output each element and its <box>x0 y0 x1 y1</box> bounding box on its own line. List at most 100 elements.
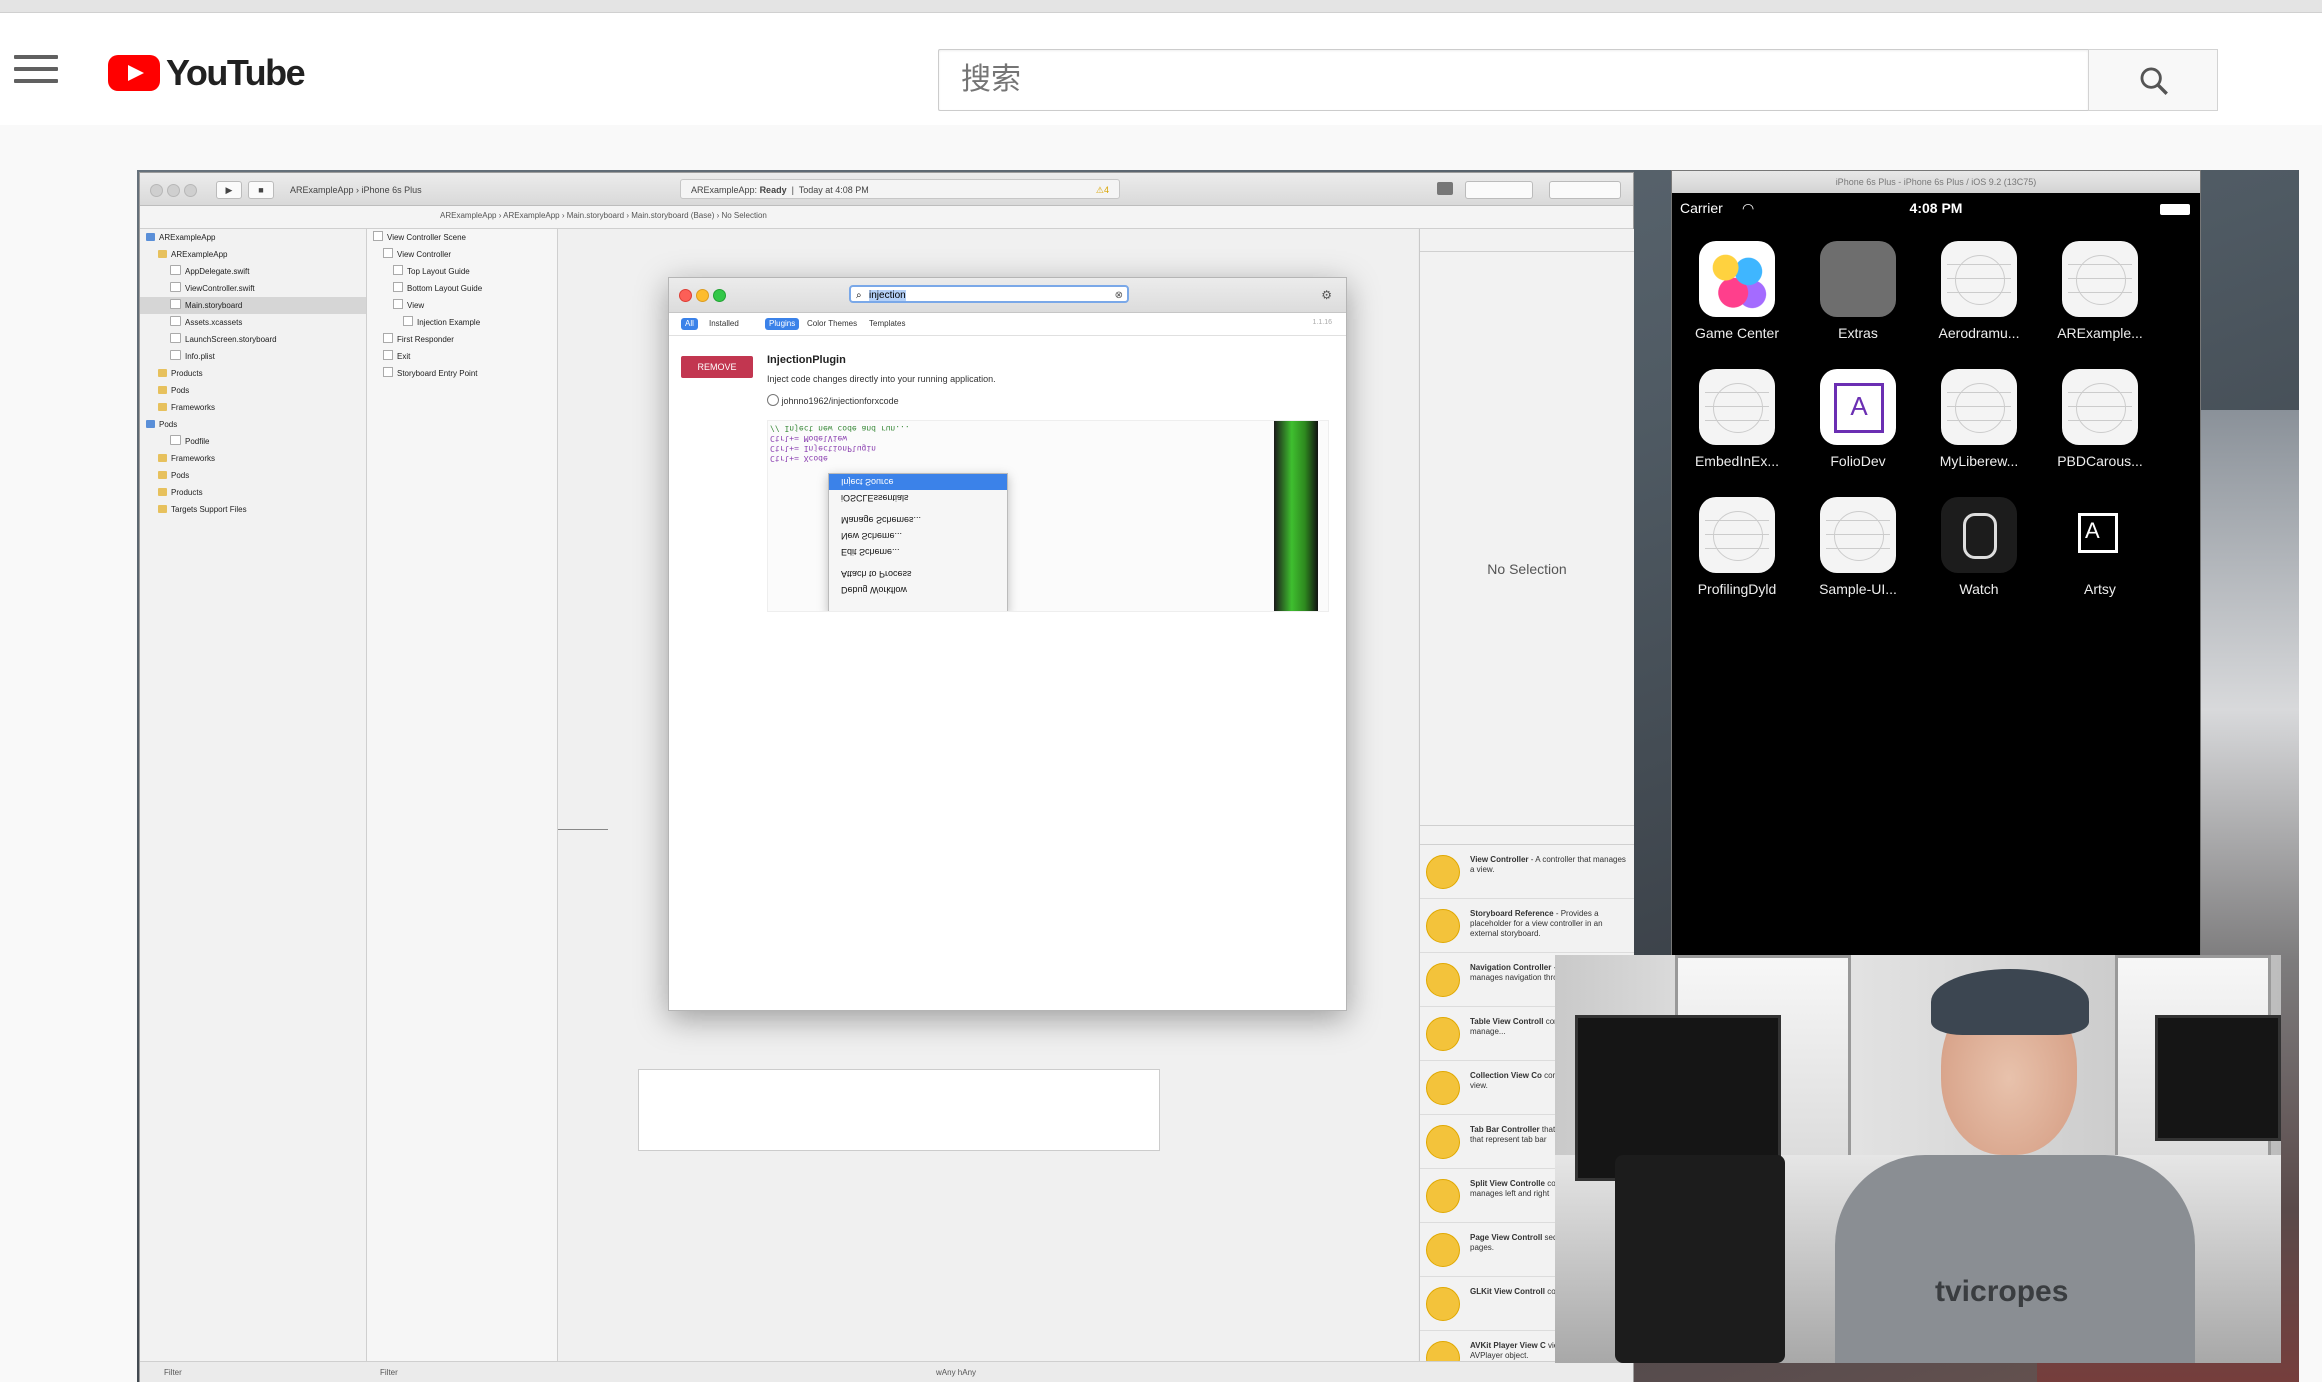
blank-app-icon <box>1941 241 2017 317</box>
outline-row[interactable]: Top Layout Guide <box>367 263 557 280</box>
tab-color-themes[interactable]: Color Themes <box>803 318 861 330</box>
scheme-selector[interactable]: ARExampleApp › iPhone 6s Plus <box>290 185 422 195</box>
dialog-filter-tabs: All Installed Plugins Color Themes Templ… <box>669 313 1346 336</box>
navigator-row[interactable]: Products <box>140 365 366 382</box>
filter-field[interactable]: Filter <box>164 1368 182 1377</box>
tab-plugins[interactable]: Plugins <box>765 318 800 330</box>
navigator-row[interactable]: LaunchScreen.storyboard <box>140 331 366 348</box>
tab-all[interactable]: All <box>681 318 698 330</box>
close-dot-icon[interactable] <box>150 184 163 197</box>
run-button[interactable]: ▶ <box>216 181 242 199</box>
plugin-description: Inject code changes directly into your r… <box>767 374 996 384</box>
navigator-row[interactable]: ARExampleApp <box>140 229 366 246</box>
settings-gear-icon[interactable]: ⚙ <box>1321 288 1332 302</box>
app-icon-pbdcarous[interactable]: PBDCarous... <box>2045 369 2155 469</box>
app-icon-watch[interactable]: Watch <box>1924 497 2034 597</box>
navigator-row[interactable]: Frameworks <box>140 399 366 416</box>
shirt-logo-text: tvicropes <box>1935 1275 2069 1308</box>
app-icon-game-center[interactable]: Game Center <box>1682 241 1792 341</box>
view-controller-scene[interactable] <box>638 1069 1160 1151</box>
app-icon-profilingdyld[interactable]: ProfilingDyld <box>1682 497 1792 597</box>
app-label: Watch <box>1959 581 1999 597</box>
navigator-row[interactable]: Podfile <box>140 433 366 450</box>
status-time: 4:08 PM <box>1909 200 1963 216</box>
search-box[interactable] <box>938 49 2088 111</box>
tab-installed[interactable]: Installed <box>705 318 743 330</box>
hamburger-menu-icon[interactable] <box>14 55 58 85</box>
editor-mode-buttons[interactable] <box>1465 181 1533 199</box>
folder-icon <box>1820 241 1896 317</box>
ios-status-bar: Carrier ◠ 4:08 PM <box>1672 193 2200 223</box>
outline-filter-field[interactable]: Filter <box>380 1368 398 1377</box>
navigator-row[interactable]: Pods <box>140 416 366 433</box>
dialog-close-icon[interactable] <box>679 289 692 302</box>
view-toggle-buttons[interactable] <box>1549 181 1621 199</box>
library-item[interactable]: View Controller - A controller that mana… <box>1420 845 1634 899</box>
dialog-zoom-icon[interactable] <box>713 289 726 302</box>
no-selection-label: No Selection <box>1487 561 1567 577</box>
package-search-input[interactable]: ⌕ injection ⊗ <box>849 285 1129 303</box>
outline-row[interactable]: Bottom Layout Guide <box>367 280 557 297</box>
folder-icon <box>158 505 167 513</box>
app-icon-arexample[interactable]: ARExample... <box>2045 241 2155 341</box>
view-controller-icon <box>1426 1287 1460 1321</box>
folder-icon <box>158 369 167 377</box>
navigator-row[interactable]: ARExampleApp <box>140 246 366 263</box>
navigator-row[interactable]: Frameworks <box>140 450 366 467</box>
navigator-row[interactable]: Info.plist <box>140 348 366 365</box>
breadcrumb[interactable]: ARExampleApp › ARExampleApp › Main.story… <box>440 211 767 220</box>
outline-row[interactable]: View <box>367 297 557 314</box>
app-icon-sample-ui[interactable]: Sample-UI... <box>1803 497 1913 597</box>
app-label: MyLiberew... <box>1939 453 2019 469</box>
navigator-row[interactable]: Products <box>140 484 366 501</box>
clear-search-icon[interactable]: ⊗ <box>1115 287 1123 305</box>
outline-item-icon <box>383 367 393 377</box>
navigator-row[interactable]: ViewController.swift <box>140 280 366 297</box>
youtube-logo[interactable]: YouTube <box>108 48 306 98</box>
zoom-dot-icon[interactable] <box>184 184 197 197</box>
camera-icon[interactable] <box>1437 182 1453 195</box>
minimize-dot-icon[interactable] <box>167 184 180 197</box>
search-button[interactable] <box>2088 49 2218 111</box>
app-icon-artsy[interactable]: A Artsy <box>2045 497 2155 597</box>
app-icon-foliodev[interactable]: A FolioDev <box>1803 369 1913 469</box>
outline-row[interactable]: Injection Example <box>367 314 557 331</box>
stop-button[interactable]: ■ <box>248 181 274 199</box>
outline-row[interactable]: View Controller <box>367 246 557 263</box>
dialog-titlebar: ⌕ injection ⊗ ⚙ <box>669 278 1346 313</box>
outline-item-icon <box>393 265 403 275</box>
outline-row[interactable]: Exit <box>367 348 557 365</box>
navigator-row[interactable]: Targets Support Files <box>140 501 366 518</box>
outline-item-icon <box>383 350 393 360</box>
video-player[interactable]: ▶ ■ ARExampleApp › iPhone 6s Plus ARExam… <box>137 170 2299 1382</box>
navigator-row[interactable]: Pods <box>140 382 366 399</box>
app-icon-embedinex[interactable]: EmbedInEx... <box>1682 369 1792 469</box>
folder-icon <box>158 471 167 479</box>
remove-button[interactable]: REMOVE <box>681 356 753 378</box>
app-icon-aerodramu[interactable]: Aerodramu... <box>1924 241 2034 341</box>
view-controller-icon <box>1426 1017 1460 1051</box>
library-item[interactable]: Storyboard Reference - Provides a placeh… <box>1420 899 1634 953</box>
inspector-tabs[interactable] <box>1420 229 1634 252</box>
navigator-row[interactable]: Pods <box>140 467 366 484</box>
navigator-row[interactable]: Main.storyboard <box>140 297 366 314</box>
navigator-row[interactable]: Assets.xcassets <box>140 314 366 331</box>
search-input[interactable] <box>939 50 2088 110</box>
dialog-minimize-icon[interactable] <box>696 289 709 302</box>
tab-templates[interactable]: Templates <box>865 318 909 330</box>
folder-icon <box>158 488 167 496</box>
navigator-row[interactable]: AppDelegate.swift <box>140 263 366 280</box>
plugin-screenshot: Ctrl+= Xcode Ctrl+= InjectionPlugin Ctrl… <box>767 420 1329 612</box>
outline-row[interactable]: View Controller Scene <box>367 229 557 246</box>
app-icon-extras[interactable]: Extras <box>1803 241 1913 341</box>
plugin-repo-link[interactable]: johnno1962/injectionforxcode <box>767 394 899 406</box>
outline-row[interactable]: Storyboard Entry Point <box>367 365 557 382</box>
monitor-right <box>2155 1015 2281 1141</box>
browser-top-strip <box>0 0 2322 13</box>
battery-icon <box>2160 204 2190 215</box>
file-icon <box>170 350 181 360</box>
size-class-control[interactable]: wAny hAny <box>936 1368 976 1377</box>
library-tabs[interactable] <box>1420 826 1634 845</box>
outline-row[interactable]: First Responder <box>367 331 557 348</box>
app-icon-myliberew[interactable]: MyLiberew... <box>1924 369 2034 469</box>
